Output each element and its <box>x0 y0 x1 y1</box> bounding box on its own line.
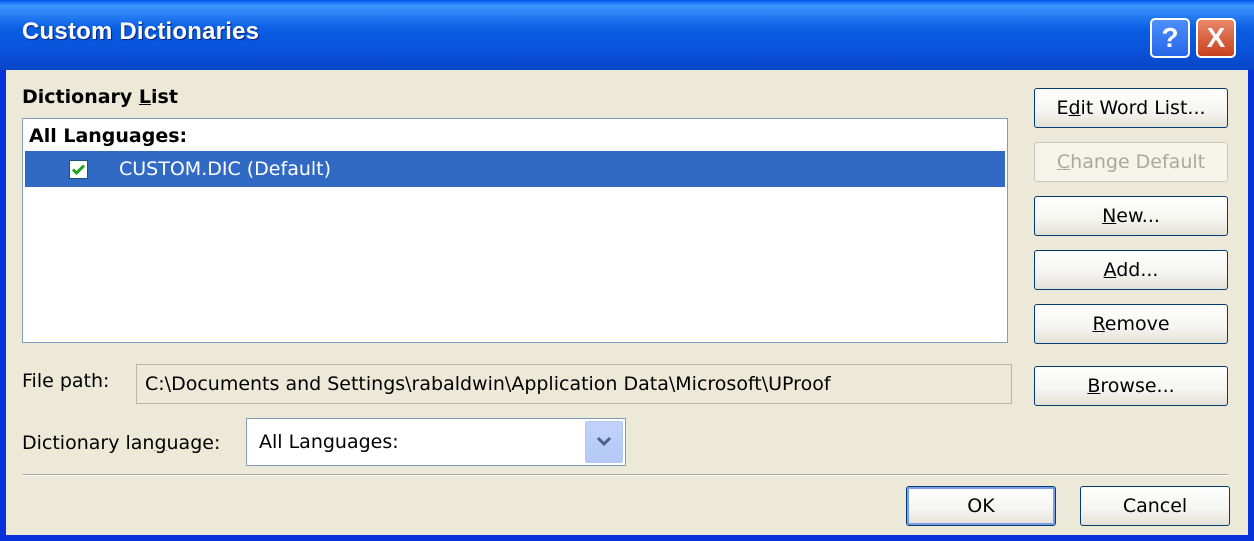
custom-dictionaries-dialog: Custom Dictionaries ? X Dictionary List … <box>0 0 1254 541</box>
title-bar[interactable]: Custom Dictionaries ? X <box>0 0 1254 70</box>
chevron-down-icon <box>596 436 612 447</box>
dictionary-name: CUSTOM.DIC (Default) <box>119 158 332 180</box>
file-path-field: C:\Documents and Settings\rabaldwin\Appl… <box>136 364 1012 404</box>
cancel-button[interactable]: Cancel <box>1080 486 1230 526</box>
ok-button[interactable]: OK <box>906 486 1056 526</box>
dictionary-language-select[interactable]: All Languages: <box>246 418 626 466</box>
separator <box>22 474 1228 476</box>
edit-word-list-button[interactable]: Edit Word List... <box>1034 88 1228 128</box>
list-item[interactable]: CUSTOM.DIC (Default) <box>25 151 1005 187</box>
file-path-label: File path: <box>22 370 110 392</box>
checkmark-icon <box>71 164 86 176</box>
browse-button[interactable]: Browse... <box>1034 366 1228 406</box>
dictionary-list-label: Dictionary List <box>22 86 178 108</box>
add-button[interactable]: Add... <box>1034 250 1228 290</box>
remove-button[interactable]: Remove <box>1034 304 1228 344</box>
dictionary-language-label: Dictionary language: <box>22 432 221 454</box>
dropdown-button[interactable] <box>585 421 623 463</box>
selected-language: All Languages: <box>259 431 399 453</box>
help-button[interactable]: ? <box>1150 18 1190 58</box>
dictionary-listbox[interactable]: All Languages: CUSTOM.DIC (Default) <box>22 118 1008 343</box>
language-group-header: All Languages: <box>29 125 188 147</box>
help-icon: ? <box>1161 22 1179 53</box>
dialog-title: Custom Dictionaries <box>22 18 260 45</box>
new-button[interactable]: New... <box>1034 196 1228 236</box>
close-icon: X <box>1206 22 1226 53</box>
close-button[interactable]: X <box>1196 18 1236 58</box>
change-default-button[interactable]: Change Default <box>1034 142 1228 182</box>
dictionary-checkbox[interactable] <box>69 160 88 179</box>
